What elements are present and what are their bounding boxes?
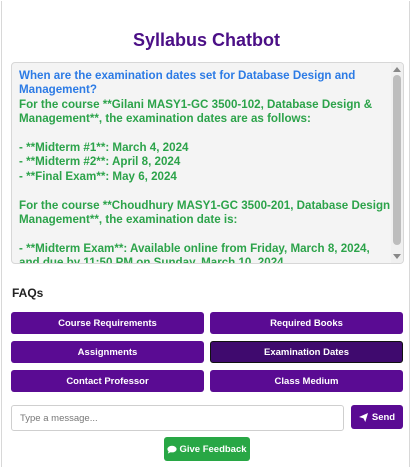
answer-line: - **Midterm #2**: April 8, 2024 [19,155,181,169]
comment-icon [167,445,178,454]
scroll-thumb[interactable] [393,75,401,245]
faq-contact-professor-button[interactable]: Contact Professor [11,370,204,392]
chat-history[interactable]: When are the examination dates set for D… [11,62,404,264]
user-question: When are the examination dates set for D… [19,69,356,97]
faq-heading: FAQs [12,286,44,300]
scroll-down-arrow-icon[interactable] [393,254,401,259]
chat-scrollbar[interactable] [391,63,403,263]
answer-line: For the course **Gilani MASY1-GC 3500-10… [19,97,373,126]
answer-line: - **Midterm #1**: March 4, 2024 [19,141,189,155]
message-input-placeholder: Type a message... [20,412,98,424]
answer-line: - **Midterm Exam**: Available online fro… [19,241,370,264]
give-feedback-label: Give Feedback [179,443,247,455]
faq-required-books-button[interactable]: Required Books [210,312,403,334]
page-title: Syllabus Chatbot [132,30,280,50]
paper-plane-icon [358,412,368,422]
scroll-up-arrow-icon[interactable] [393,67,401,72]
send-button[interactable]: Send [351,405,403,429]
faq-examination-dates-button[interactable]: Examination Dates [210,341,403,363]
answer-line: - **Final Exam**: May 6, 2024 [19,169,177,183]
answer-line: For the course **Choudhury MASY1-GC 3500… [19,198,391,227]
faq-course-requirements-button[interactable]: Course Requirements [11,312,204,334]
faq-class-medium-button[interactable]: Class Medium [210,370,403,392]
chat-messages: When are the examination dates set for D… [19,69,391,264]
faq-assignments-button[interactable]: Assignments [11,341,204,363]
give-feedback-button[interactable]: Give Feedback [164,437,250,461]
bot-answer: For the course **Gilani MASY1-GC 3500-10… [19,97,391,264]
message-input[interactable]: Type a message... [11,405,344,431]
send-button-label: Send [371,411,396,423]
